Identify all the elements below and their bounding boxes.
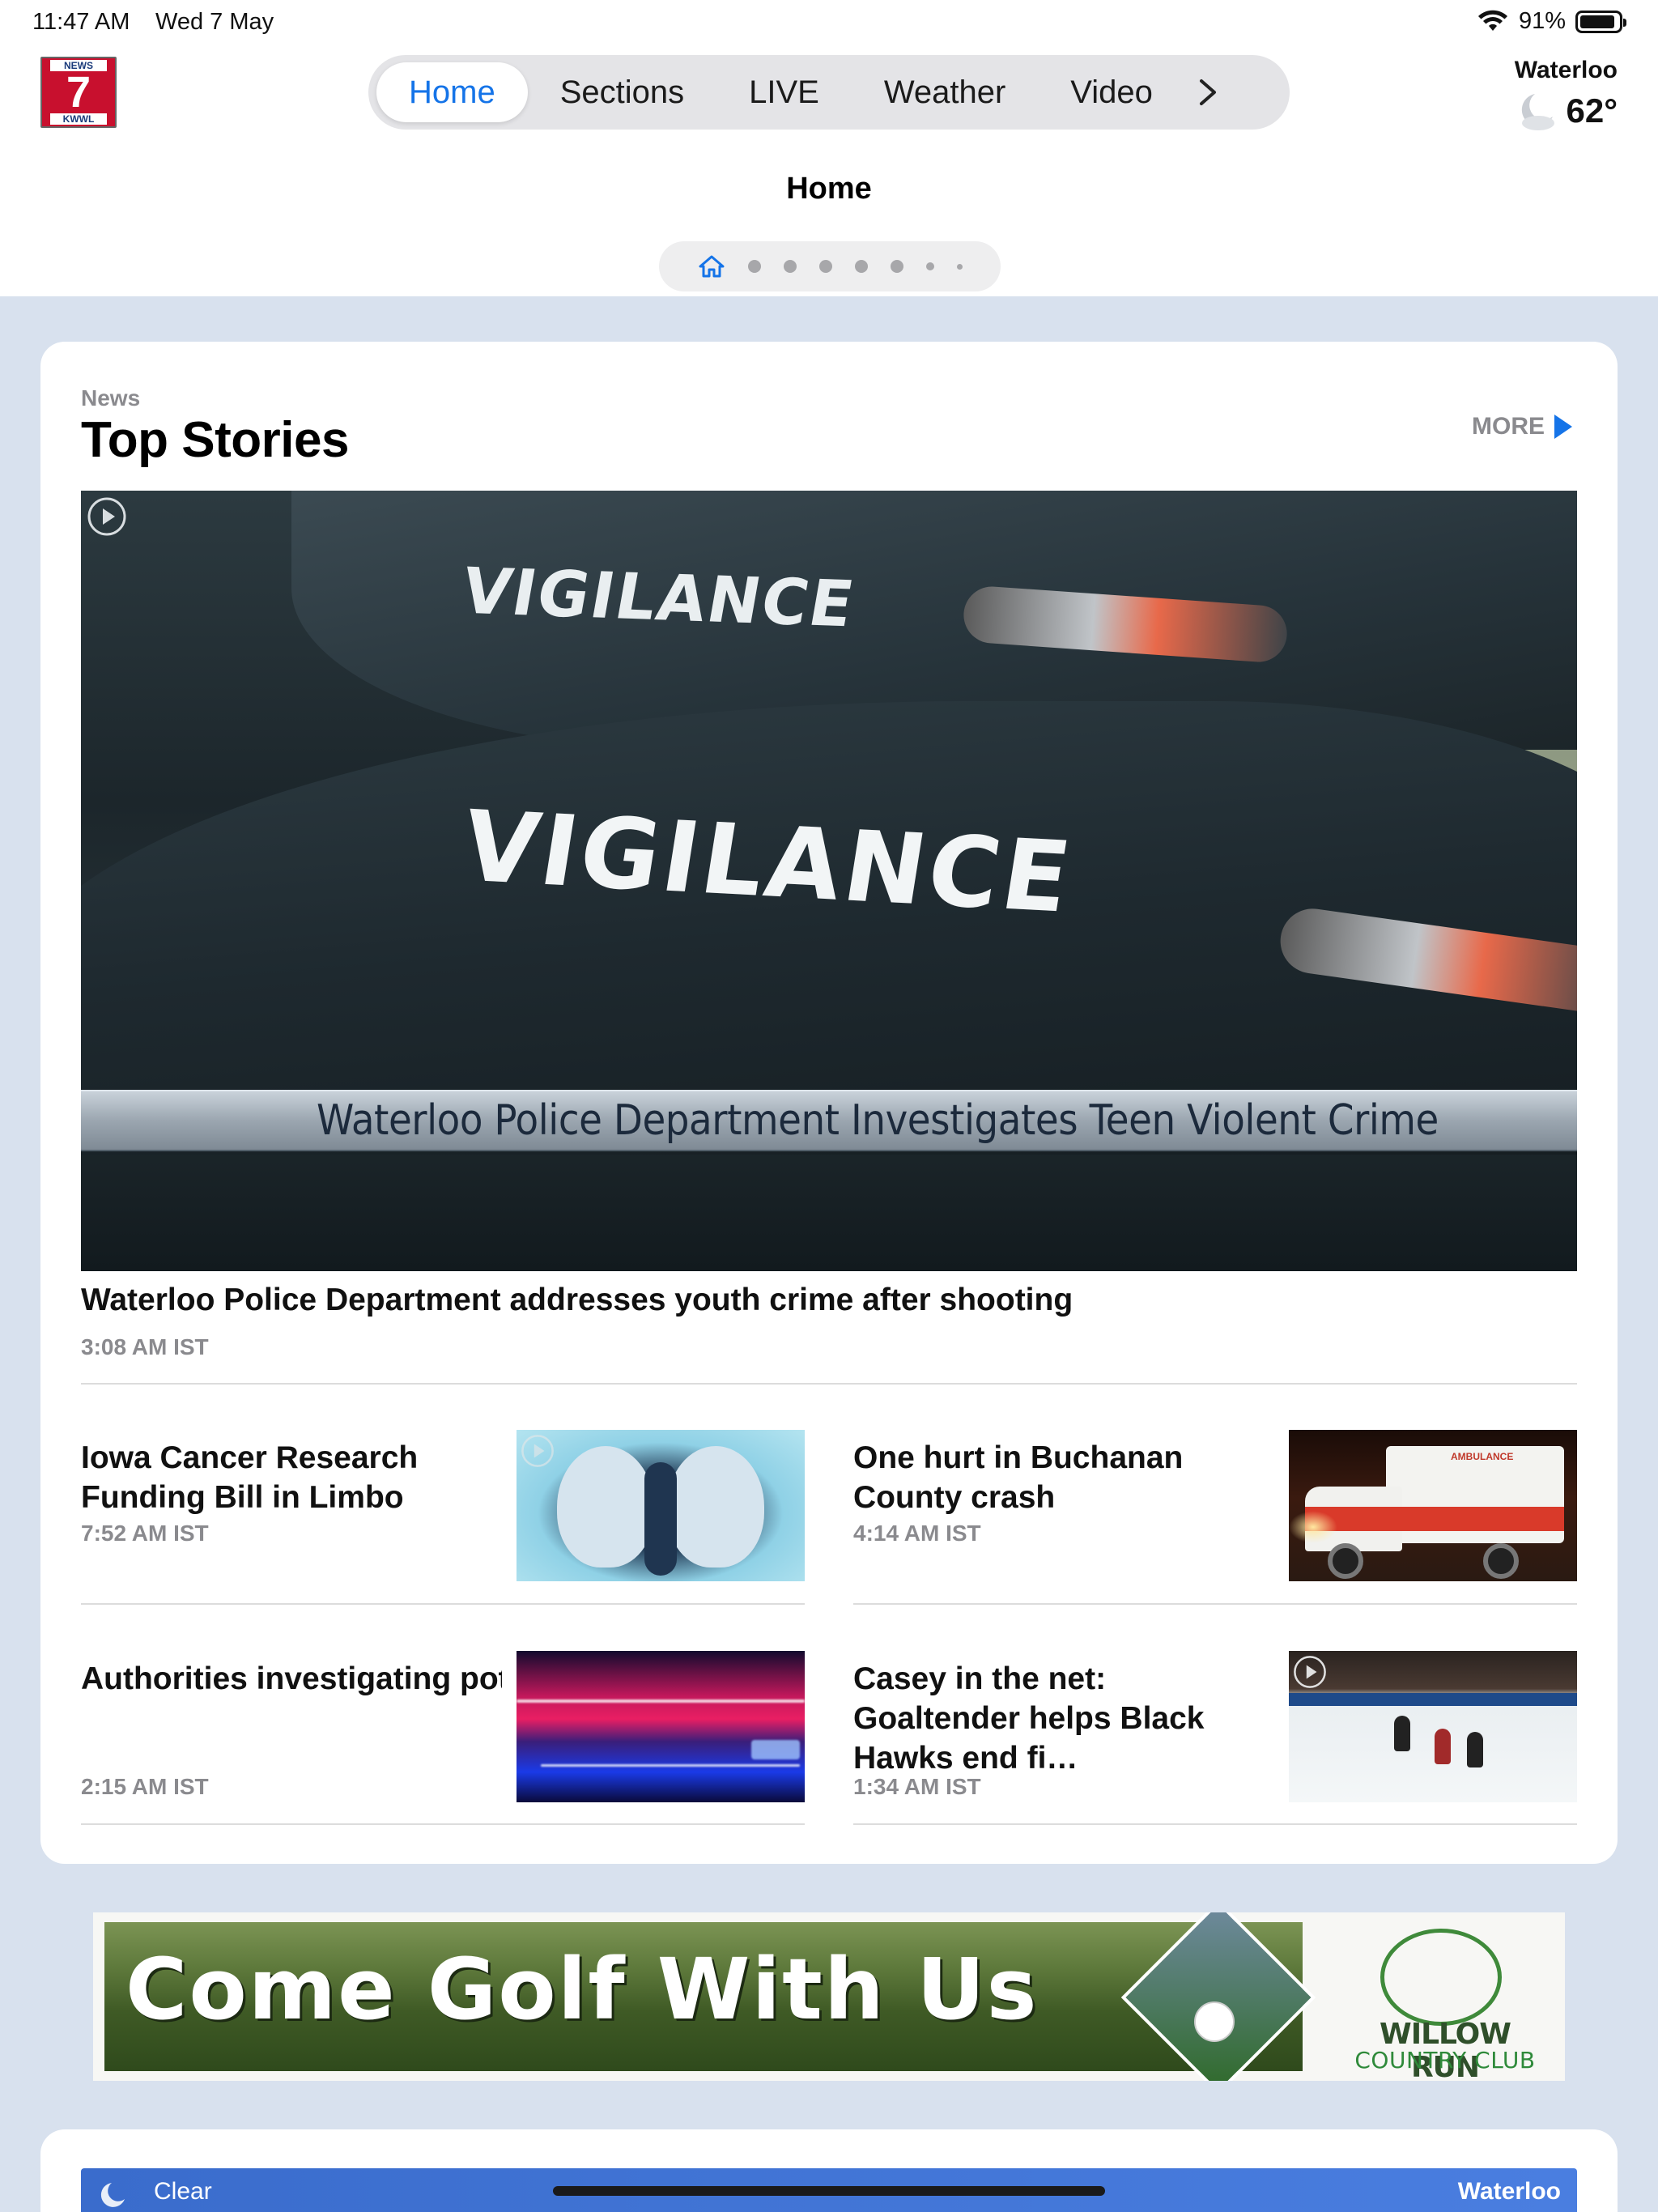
app-screen: 11:47 AM Wed 7 May 91% NEWS 7 KWWL Home	[0, 0, 1658, 2212]
nav-tabs: Home Sections LIVE Weather Video	[368, 55, 1290, 130]
story-item[interactable]: One hurt in Buchanan County crash 4:14 A…	[853, 1430, 1577, 1582]
page-dot[interactable]	[747, 260, 761, 273]
chevron-right-icon[interactable]	[1192, 76, 1224, 108]
light-flare	[751, 1740, 800, 1759]
tab-video[interactable]: Video	[1038, 62, 1185, 122]
story-item[interactable]: Casey in the net: Goaltender helps Black…	[853, 1651, 1577, 1803]
story-timestamp: 2:15 AM IST	[81, 1774, 209, 1799]
story-title: Authorities investigating potential thre…	[81, 1661, 502, 1696]
tab-live[interactable]: LIVE	[716, 62, 852, 122]
page-dot[interactable]	[818, 260, 832, 273]
divider	[853, 1603, 1577, 1605]
wheel	[1483, 1543, 1519, 1579]
video-lower-third: Waterloo Police Department Investigates …	[81, 1090, 1577, 1151]
willow-tree-logo	[1380, 1929, 1502, 2026]
top-stories-card: News Top Stories MORE VIGILANCE VIGILANC…	[40, 342, 1618, 1864]
play-circle-icon[interactable]	[86, 496, 128, 538]
tab-sections[interactable]: Sections	[528, 62, 716, 122]
story-title: Casey in the net: Goaltender helps Black…	[853, 1661, 1205, 1776]
station-logo[interactable]: NEWS 7 KWWL	[40, 57, 117, 128]
more-label: MORE	[1472, 413, 1545, 440]
status-time: 11:47 AM	[32, 9, 130, 35]
ambulance-stripe	[1305, 1507, 1564, 1531]
spine-shape	[644, 1462, 677, 1576]
story-thumbnail	[517, 1651, 805, 1802]
ad-headline: Come Golf With Us	[125, 1940, 1039, 2039]
moon-icon	[100, 2183, 125, 2207]
tab-home[interactable]: Home	[376, 62, 528, 122]
page-dot[interactable]	[854, 260, 868, 273]
page-dot[interactable]	[783, 260, 797, 273]
header: 11:47 AM Wed 7 May 91% NEWS 7 KWWL Home	[0, 0, 1658, 296]
page-dot[interactable]	[890, 260, 903, 273]
lung-shape	[557, 1446, 654, 1568]
weather-widget[interactable]: Waterloo 62°	[1456, 57, 1618, 133]
page-dot[interactable]	[956, 263, 963, 270]
story-thumbnail	[1289, 1651, 1577, 1802]
hockey-player	[1467, 1732, 1483, 1767]
story-timestamp: 4:14 AM IST	[853, 1521, 981, 1546]
wifi-icon	[1477, 10, 1507, 31]
tab-weather[interactable]: Weather	[852, 62, 1038, 122]
divider	[81, 1823, 805, 1825]
home-indicator[interactable]	[553, 2186, 1105, 2196]
divider	[853, 1823, 1577, 1825]
lower-third-text: Waterloo Police Department Investigates …	[317, 1096, 1439, 1145]
section-kicker: News	[81, 385, 141, 410]
vehicle-lettering: VIGILANCE	[456, 555, 861, 642]
story-timestamp: 1:34 AM IST	[853, 1774, 981, 1799]
more-button[interactable]: MORE	[1472, 413, 1572, 440]
hockey-player	[1394, 1716, 1410, 1751]
story-item[interactable]: Authorities investigating potential thre…	[81, 1651, 805, 1803]
logo-number: 7	[66, 68, 91, 117]
lung-shape	[667, 1446, 764, 1568]
battery-percent: 91%	[1518, 8, 1566, 34]
page-dot[interactable]	[925, 262, 934, 270]
light-flare	[517, 1699, 805, 1703]
weather-city: Waterloo	[1514, 57, 1618, 83]
story-thumbnail	[517, 1430, 805, 1581]
status-bar: 11:47 AM Wed 7 May 91%	[0, 0, 1658, 45]
home-icon[interactable]	[698, 254, 725, 279]
golf-ball-icon	[1194, 2001, 1235, 2042]
moon-cloud-icon	[1522, 94, 1555, 130]
story-item[interactable]: Iowa Cancer Research Funding Bill in Lim…	[81, 1430, 805, 1582]
divider	[81, 1603, 805, 1605]
story-title: One hurt in Buchanan County crash	[853, 1440, 1184, 1515]
rink-boards	[1289, 1693, 1577, 1706]
play-circle-icon	[521, 1435, 554, 1467]
story-timestamp: 7:52 AM IST	[81, 1521, 209, 1546]
hero-story-image[interactable]: VIGILANCE VIGILANCE Waterloo Police Depa…	[81, 491, 1577, 1271]
battery-fill	[1580, 15, 1614, 28]
page-indicator[interactable]	[659, 241, 1001, 291]
section-title: Top Stories	[81, 412, 349, 468]
battery-icon	[1575, 10, 1626, 33]
story-title: Iowa Cancer Research Funding Bill in Lim…	[81, 1440, 419, 1515]
weather-row: 62°	[1456, 89, 1618, 133]
hockey-player	[1435, 1729, 1451, 1764]
weather-card: Clear Waterloo	[40, 2129, 1618, 2212]
status-date: Wed 7 May	[155, 9, 274, 35]
advertisement-banner[interactable]: Come Golf With Us WILLOW RUN COUNTRY CLU…	[93, 1912, 1565, 2081]
headlight-glow	[1289, 1511, 1337, 1543]
wheel	[1328, 1543, 1363, 1579]
weather-condition: Clear	[154, 2178, 212, 2205]
page-title: Home	[786, 172, 872, 206]
hero-headline[interactable]: Waterloo Police Department addresses you…	[81, 1283, 1073, 1318]
ambulance-text: AMBULANCE	[1451, 1451, 1514, 1462]
light-flare	[541, 1764, 800, 1767]
weather-temp: 62°	[1566, 91, 1618, 130]
play-circle-icon	[1294, 1656, 1326, 1688]
logo-bottom-text: KWWL	[49, 113, 108, 125]
story-thumbnail: AMBULANCE	[1289, 1430, 1577, 1581]
weather-bar-city: Waterloo	[1457, 2178, 1561, 2205]
divider	[81, 1383, 1577, 1385]
play-arrow-icon	[1554, 415, 1572, 439]
ad-brand-subtitle: COUNTRY CLUB	[1354, 2047, 1536, 2074]
hero-timestamp: 3:08 AM IST	[81, 1334, 209, 1359]
status-indicators: 91%	[1477, 8, 1626, 35]
